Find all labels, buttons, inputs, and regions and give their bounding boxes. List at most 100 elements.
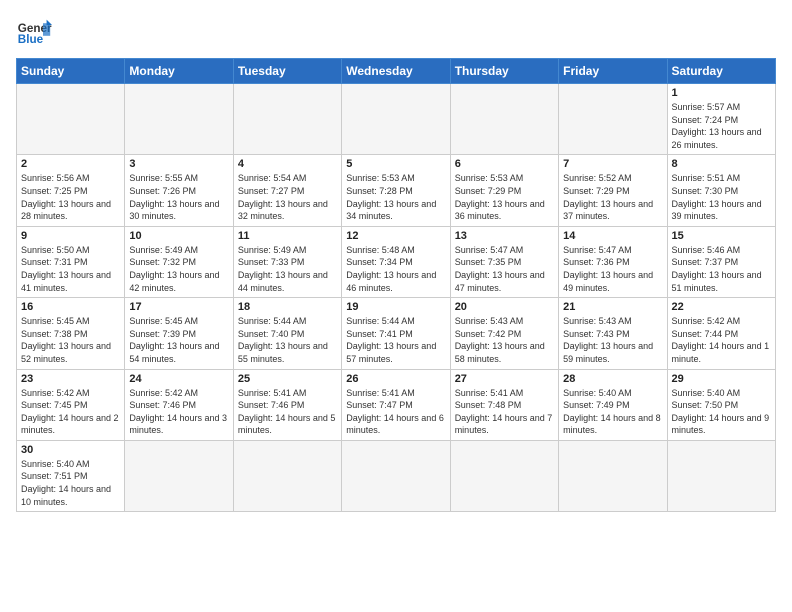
weekday-header: Thursday xyxy=(450,59,558,84)
day-info: Sunrise: 5:44 AMSunset: 7:41 PMDaylight:… xyxy=(346,315,445,365)
calendar-day-cell: 3 Sunrise: 5:55 AMSunset: 7:26 PMDayligh… xyxy=(125,155,233,226)
calendar-day-cell xyxy=(559,440,667,511)
day-info: Sunrise: 5:41 AMSunset: 7:47 PMDaylight:… xyxy=(346,387,445,437)
calendar-day-cell xyxy=(125,84,233,155)
day-number: 14 xyxy=(563,230,662,242)
day-number: 2 xyxy=(21,158,120,170)
calendar-day-cell xyxy=(667,440,775,511)
day-number: 8 xyxy=(672,158,771,170)
calendar-day-cell: 4 Sunrise: 5:54 AMSunset: 7:27 PMDayligh… xyxy=(233,155,341,226)
calendar-day-cell: 23 Sunrise: 5:42 AMSunset: 7:45 PMDaylig… xyxy=(17,369,125,440)
calendar-day-cell: 24 Sunrise: 5:42 AMSunset: 7:46 PMDaylig… xyxy=(125,369,233,440)
day-info: Sunrise: 5:42 AMSunset: 7:45 PMDaylight:… xyxy=(21,387,120,437)
weekday-header: Friday xyxy=(559,59,667,84)
calendar-day-cell: 30 Sunrise: 5:40 AMSunset: 7:51 PMDaylig… xyxy=(17,440,125,511)
day-number: 11 xyxy=(238,230,337,242)
day-info: Sunrise: 5:44 AMSunset: 7:40 PMDaylight:… xyxy=(238,315,337,365)
day-number: 1 xyxy=(672,87,771,99)
day-number: 7 xyxy=(563,158,662,170)
calendar-day-cell: 10 Sunrise: 5:49 AMSunset: 7:32 PMDaylig… xyxy=(125,226,233,297)
weekday-header: Tuesday xyxy=(233,59,341,84)
calendar-day-cell xyxy=(233,440,341,511)
day-number: 26 xyxy=(346,373,445,385)
calendar-table: SundayMondayTuesdayWednesdayThursdayFrid… xyxy=(16,58,776,512)
calendar-day-cell: 16 Sunrise: 5:45 AMSunset: 7:38 PMDaylig… xyxy=(17,298,125,369)
day-info: Sunrise: 5:47 AMSunset: 7:36 PMDaylight:… xyxy=(563,244,662,294)
calendar-day-cell xyxy=(559,84,667,155)
day-info: Sunrise: 5:49 AMSunset: 7:33 PMDaylight:… xyxy=(238,244,337,294)
calendar-week-row: 30 Sunrise: 5:40 AMSunset: 7:51 PMDaylig… xyxy=(17,440,776,511)
day-info: Sunrise: 5:47 AMSunset: 7:35 PMDaylight:… xyxy=(455,244,554,294)
day-number: 24 xyxy=(129,373,228,385)
calendar-week-row: 23 Sunrise: 5:42 AMSunset: 7:45 PMDaylig… xyxy=(17,369,776,440)
calendar-day-cell: 18 Sunrise: 5:44 AMSunset: 7:40 PMDaylig… xyxy=(233,298,341,369)
day-info: Sunrise: 5:52 AMSunset: 7:29 PMDaylight:… xyxy=(563,172,662,222)
day-info: Sunrise: 5:45 AMSunset: 7:39 PMDaylight:… xyxy=(129,315,228,365)
day-info: Sunrise: 5:42 AMSunset: 7:44 PMDaylight:… xyxy=(672,315,771,365)
weekday-header: Saturday xyxy=(667,59,775,84)
weekday-header: Wednesday xyxy=(342,59,450,84)
calendar-day-cell: 5 Sunrise: 5:53 AMSunset: 7:28 PMDayligh… xyxy=(342,155,450,226)
logo-icon: General Blue xyxy=(16,16,52,52)
day-info: Sunrise: 5:53 AMSunset: 7:28 PMDaylight:… xyxy=(346,172,445,222)
day-number: 28 xyxy=(563,373,662,385)
day-number: 5 xyxy=(346,158,445,170)
calendar-day-cell: 15 Sunrise: 5:46 AMSunset: 7:37 PMDaylig… xyxy=(667,226,775,297)
calendar-week-row: 9 Sunrise: 5:50 AMSunset: 7:31 PMDayligh… xyxy=(17,226,776,297)
calendar-day-cell: 26 Sunrise: 5:41 AMSunset: 7:47 PMDaylig… xyxy=(342,369,450,440)
calendar-day-cell: 19 Sunrise: 5:44 AMSunset: 7:41 PMDaylig… xyxy=(342,298,450,369)
calendar-week-row: 2 Sunrise: 5:56 AMSunset: 7:25 PMDayligh… xyxy=(17,155,776,226)
day-info: Sunrise: 5:43 AMSunset: 7:43 PMDaylight:… xyxy=(563,315,662,365)
calendar-day-cell xyxy=(17,84,125,155)
day-info: Sunrise: 5:41 AMSunset: 7:46 PMDaylight:… xyxy=(238,387,337,437)
day-number: 13 xyxy=(455,230,554,242)
day-number: 12 xyxy=(346,230,445,242)
day-info: Sunrise: 5:53 AMSunset: 7:29 PMDaylight:… xyxy=(455,172,554,222)
calendar-day-cell: 17 Sunrise: 5:45 AMSunset: 7:39 PMDaylig… xyxy=(125,298,233,369)
calendar-day-cell: 28 Sunrise: 5:40 AMSunset: 7:49 PMDaylig… xyxy=(559,369,667,440)
day-number: 27 xyxy=(455,373,554,385)
day-number: 17 xyxy=(129,301,228,313)
day-info: Sunrise: 5:57 AMSunset: 7:24 PMDaylight:… xyxy=(672,101,771,151)
calendar-day-cell: 7 Sunrise: 5:52 AMSunset: 7:29 PMDayligh… xyxy=(559,155,667,226)
calendar-day-cell: 14 Sunrise: 5:47 AMSunset: 7:36 PMDaylig… xyxy=(559,226,667,297)
calendar-day-cell xyxy=(450,84,558,155)
calendar-day-cell xyxy=(342,84,450,155)
day-number: 21 xyxy=(563,301,662,313)
calendar-day-cell: 12 Sunrise: 5:48 AMSunset: 7:34 PMDaylig… xyxy=(342,226,450,297)
day-number: 25 xyxy=(238,373,337,385)
day-number: 15 xyxy=(672,230,771,242)
day-info: Sunrise: 5:43 AMSunset: 7:42 PMDaylight:… xyxy=(455,315,554,365)
day-number: 6 xyxy=(455,158,554,170)
calendar-week-row: 1 Sunrise: 5:57 AMSunset: 7:24 PMDayligh… xyxy=(17,84,776,155)
calendar-day-cell: 29 Sunrise: 5:40 AMSunset: 7:50 PMDaylig… xyxy=(667,369,775,440)
day-info: Sunrise: 5:41 AMSunset: 7:48 PMDaylight:… xyxy=(455,387,554,437)
calendar-day-cell: 22 Sunrise: 5:42 AMSunset: 7:44 PMDaylig… xyxy=(667,298,775,369)
day-info: Sunrise: 5:54 AMSunset: 7:27 PMDaylight:… xyxy=(238,172,337,222)
logo: General Blue xyxy=(16,16,52,52)
calendar-header-row: SundayMondayTuesdayWednesdayThursdayFrid… xyxy=(17,59,776,84)
calendar-day-cell: 25 Sunrise: 5:41 AMSunset: 7:46 PMDaylig… xyxy=(233,369,341,440)
svg-text:Blue: Blue xyxy=(18,33,44,46)
day-number: 29 xyxy=(672,373,771,385)
day-number: 9 xyxy=(21,230,120,242)
weekday-header: Sunday xyxy=(17,59,125,84)
calendar-day-cell xyxy=(450,440,558,511)
day-number: 4 xyxy=(238,158,337,170)
calendar-day-cell: 21 Sunrise: 5:43 AMSunset: 7:43 PMDaylig… xyxy=(559,298,667,369)
day-number: 22 xyxy=(672,301,771,313)
calendar-day-cell: 20 Sunrise: 5:43 AMSunset: 7:42 PMDaylig… xyxy=(450,298,558,369)
calendar-week-row: 16 Sunrise: 5:45 AMSunset: 7:38 PMDaylig… xyxy=(17,298,776,369)
day-info: Sunrise: 5:49 AMSunset: 7:32 PMDaylight:… xyxy=(129,244,228,294)
calendar-day-cell: 11 Sunrise: 5:49 AMSunset: 7:33 PMDaylig… xyxy=(233,226,341,297)
calendar-day-cell xyxy=(125,440,233,511)
day-number: 3 xyxy=(129,158,228,170)
day-number: 10 xyxy=(129,230,228,242)
weekday-header: Monday xyxy=(125,59,233,84)
calendar-day-cell: 2 Sunrise: 5:56 AMSunset: 7:25 PMDayligh… xyxy=(17,155,125,226)
day-info: Sunrise: 5:50 AMSunset: 7:31 PMDaylight:… xyxy=(21,244,120,294)
day-info: Sunrise: 5:55 AMSunset: 7:26 PMDaylight:… xyxy=(129,172,228,222)
calendar-day-cell: 1 Sunrise: 5:57 AMSunset: 7:24 PMDayligh… xyxy=(667,84,775,155)
calendar-day-cell: 6 Sunrise: 5:53 AMSunset: 7:29 PMDayligh… xyxy=(450,155,558,226)
day-info: Sunrise: 5:40 AMSunset: 7:49 PMDaylight:… xyxy=(563,387,662,437)
